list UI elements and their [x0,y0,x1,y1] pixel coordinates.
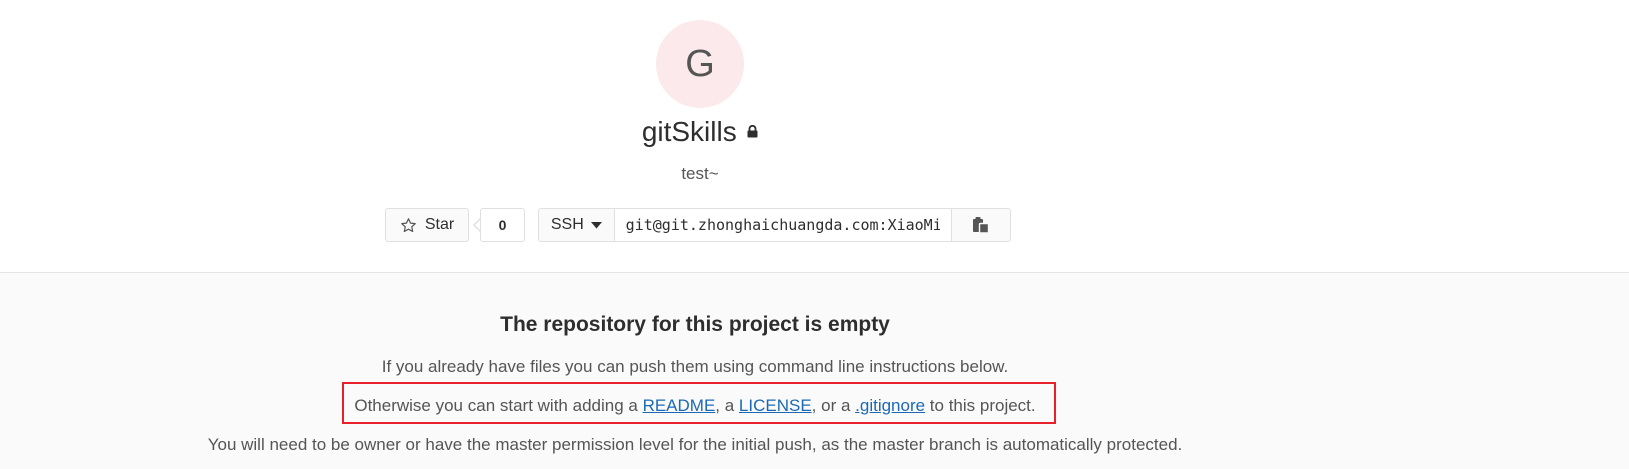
project-header: G gitSkills test~ Star 0 SSH [0,0,1629,273]
caret-down-icon [590,221,602,228]
project-description: test~ [681,164,719,183]
separator-or: , or a [811,396,856,415]
copy-url-button[interactable] [951,209,1010,241]
project-avatar: G [656,20,744,108]
clone-url-input[interactable] [614,209,952,241]
clone-url-group: SSH [538,208,1011,242]
lock-icon [747,124,758,143]
permission-note-text: You will need to be owner or have the ma… [207,435,1183,454]
start-prefix: Otherwise you can start with adding a [354,396,643,415]
push-instructions-text: If you already have files you can push t… [381,357,1009,376]
project-title-row: gitSkills [0,116,1400,148]
separator-a: , a [715,396,739,415]
star-button[interactable]: Star [385,208,469,242]
clone-protocol-label: SSH [550,216,584,233]
star-icon [400,217,416,232]
star-label: Star [424,216,455,233]
license-link[interactable]: LICENSE [739,396,812,415]
star-count[interactable]: 0 [480,208,525,242]
clipboard-icon [973,217,990,234]
clone-protocol-dropdown[interactable]: SSH [539,209,615,241]
project-title: gitSkills [641,116,737,147]
avatar-letter: G [685,43,715,85]
readme-link[interactable]: README [643,396,716,415]
start-suffix: to this project. [925,396,1036,415]
empty-repo-title: The repository for this project is empty [500,313,890,336]
gitignore-link[interactable]: .gitignore [855,396,925,415]
start-with-files-text: Otherwise you can start with adding a RE… [0,396,1390,416]
